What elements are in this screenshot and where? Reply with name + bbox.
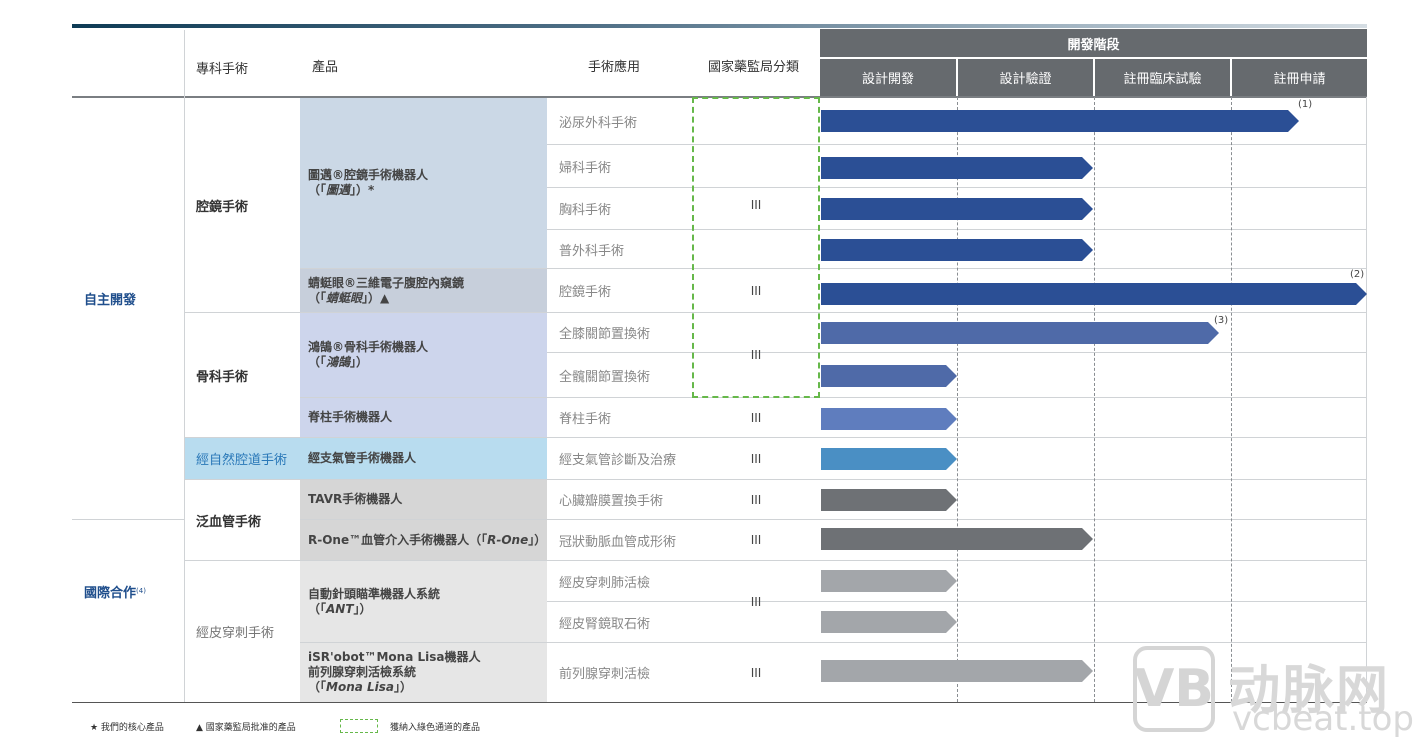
- progress-bar-12: [821, 611, 957, 633]
- application-urology: 泌尿外科手術: [559, 115, 638, 131]
- application-bronch: 經支氣管診斷及治療: [559, 453, 677, 468]
- progress-bar-5: [821, 322, 1219, 344]
- application-prostate-biopsy: 前列腺穿刺活檢: [559, 667, 651, 682]
- class-spine: III: [750, 410, 762, 425]
- product-bronch: 經支氣管手術機器人: [308, 451, 417, 465]
- application-hip: 全髖關節置換術: [559, 369, 651, 385]
- specialty-vascular: 泛血管手術: [196, 514, 262, 530]
- category-international: 國際合作 (4): [84, 585, 146, 601]
- product-spine: 脊柱手術機器人: [308, 410, 393, 424]
- legend-core-product: ★ 我們的核心產品: [90, 722, 164, 733]
- progress-bar-6: [821, 365, 957, 387]
- application-spine: 脊柱手術: [559, 412, 612, 427]
- progress-bar-9: [821, 489, 957, 511]
- phase-separator: [1231, 97, 1232, 702]
- footnote-1: (1): [1298, 99, 1313, 110]
- class-qingting: III: [750, 283, 762, 298]
- product-honghu: 鴻鵠®骨科手術機器人 （「鴻鵠」）: [308, 340, 429, 369]
- product-rone: R-One™血管介入手術機器人（「R-One」）: [308, 532, 547, 547]
- progress-bar-7: [821, 408, 957, 430]
- class-ant: III: [750, 594, 762, 609]
- specialty-laparoscopic: 腔鏡手術: [196, 199, 249, 215]
- category-footnote: (4): [136, 587, 146, 595]
- footnote-2: (2): [1350, 269, 1365, 280]
- class-tavr: III: [750, 492, 762, 507]
- class-mona-lisa: III: [750, 665, 762, 680]
- phase-separator: [957, 97, 958, 702]
- application-gynecology: 婦科手術: [559, 160, 612, 176]
- specialty-percutaneous: 經皮穿刺手術: [196, 626, 275, 641]
- legend-green-channel: 獲納入綠色通道的產品: [390, 722, 481, 733]
- progress-bar-0: [821, 110, 1299, 132]
- product-ant: 自動針頭瞄準機器人系統 （「ANT」）: [308, 586, 441, 616]
- header-phase-group: 開發階段: [820, 29, 1367, 57]
- application-nephrolithotomy: 經皮腎鏡取石術: [559, 616, 651, 632]
- class-rone: III: [750, 533, 762, 547]
- header-specialty: 專科手術: [196, 61, 249, 77]
- header-nmpa-class: 國家藥監局分類: [708, 59, 800, 75]
- class-honghu: III: [750, 348, 762, 362]
- phase-design-verify: 設計驗證: [958, 59, 1093, 96]
- application-laparoscopic: 腔鏡手術: [559, 285, 612, 300]
- product-qingting: 蜻蜓眼®三維電子腹腔內窺鏡 （「蜻蜓眼」）▲: [308, 275, 465, 305]
- application-knee: 全膝關節置換術: [559, 327, 651, 342]
- specialty-natural-orifice: 經自然腔道手術: [196, 453, 288, 468]
- legend-green-box-icon: [340, 719, 378, 733]
- phase-registration: 註冊申請: [1232, 59, 1367, 96]
- class-bronch: III: [750, 451, 762, 466]
- watermark-logo: VB: [1133, 646, 1215, 732]
- header-accent-line: [72, 24, 1367, 28]
- header-product: 產品: [312, 59, 339, 75]
- phase-clinical-trial: 註冊臨床試驗: [1095, 59, 1230, 96]
- product-mona-lisa: iSR'obot™Mona Lisa機器人 前列腺穿刺活檢系統 （「Mona L…: [308, 650, 481, 694]
- footnote-3: (3): [1214, 315, 1229, 326]
- watermark-en: vcbeat.top: [1232, 699, 1415, 739]
- category-divider: [72, 519, 184, 520]
- application-lung-biopsy: 經皮穿刺肺活檢: [559, 575, 651, 591]
- specialty-orthopedic: 骨科手術: [196, 369, 249, 385]
- category-self-developed: 自主開發: [84, 292, 137, 308]
- application-general: 普外科手術: [559, 243, 625, 259]
- application-valve: 心臟瓣膜置換手術: [559, 494, 664, 509]
- header-application: 手術應用: [588, 59, 641, 75]
- phase-design-dev: 設計開發: [820, 59, 956, 96]
- legend-approved-product: ▲ 國家藥監局批准的產品: [196, 722, 296, 733]
- product-tavr: TAVR手術機器人: [308, 492, 403, 506]
- application-coronary: 冠狀動脈血管成形術: [559, 534, 677, 550]
- product-toumai: 圖邁®腔鏡手術機器人 （「圖邁」）*: [308, 168, 429, 197]
- phase-separator: [1094, 97, 1095, 702]
- progress-bar-11: [821, 570, 957, 592]
- application-thoracic: 胸科手術: [559, 203, 612, 218]
- progress-bar-8: [821, 448, 957, 470]
